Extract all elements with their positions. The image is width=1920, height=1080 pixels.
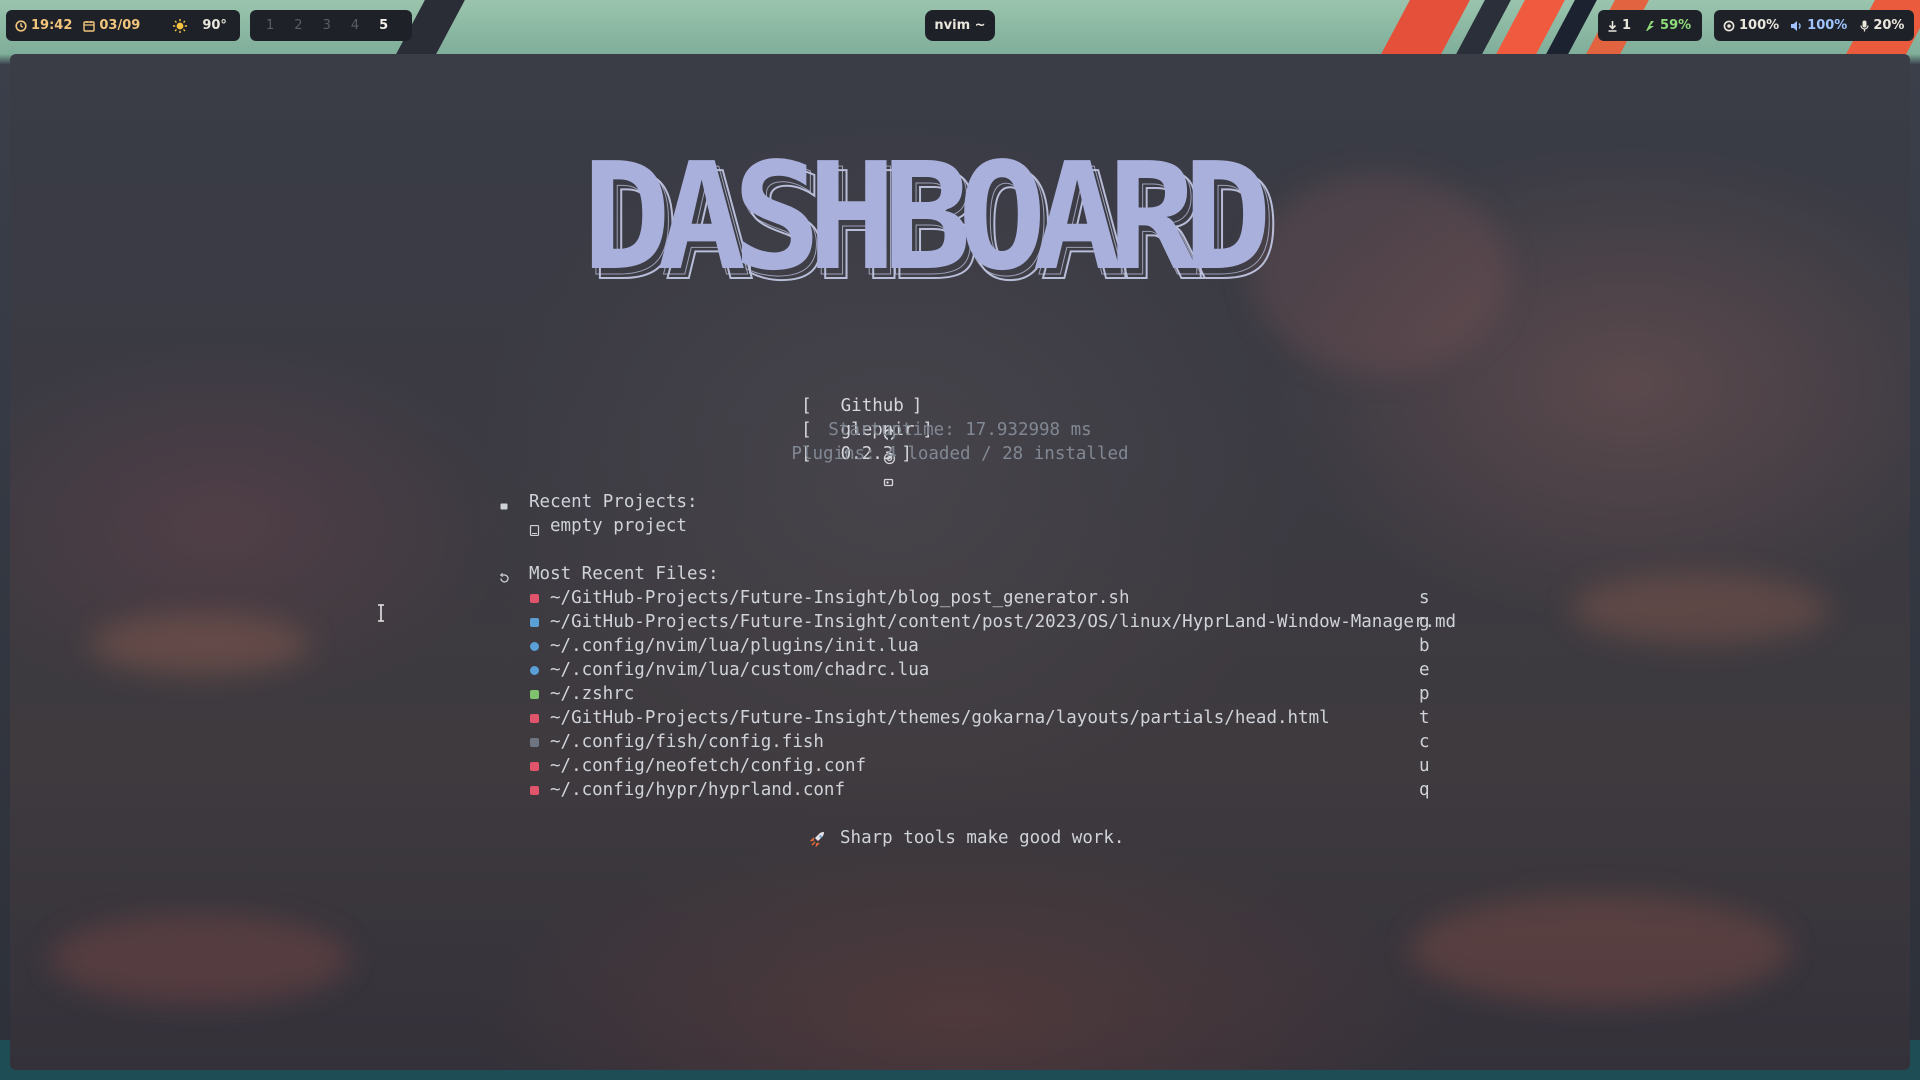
- book-icon: [529, 521, 540, 537]
- shell-file-icon: [530, 594, 539, 603]
- weather[interactable]: 90°: [163, 18, 236, 34]
- updates-count: 1: [1622, 18, 1632, 33]
- workspace-3[interactable]: 3: [313, 18, 341, 33]
- dashboard-banner: DASHBOARD DASHBOARD DASHBOARD: [582, 131, 1322, 314]
- recent-project-item[interactable]: empty project: [550, 514, 687, 538]
- brightness-level: 100%: [1739, 18, 1780, 33]
- recent-file-path[interactable]: ~/.config/nvim/lua/plugins/init.lua: [550, 634, 919, 658]
- battery-level: 59%: [1660, 18, 1692, 33]
- battery[interactable]: 59%: [1640, 18, 1700, 33]
- download-icon: [1607, 20, 1618, 32]
- banner-text: DASHBOARD: [582, 131, 1266, 303]
- recent-file-shortcut-key: s: [1419, 588, 1430, 608]
- workspace-5-active[interactable]: 5: [369, 18, 398, 33]
- clock-date-module: 19:42 03/09 90°: [6, 10, 240, 41]
- recent-file-shortcut-key: t: [1419, 708, 1430, 728]
- calendar-icon: [83, 20, 96, 32]
- system-module: 100% 100% 20%: [1714, 10, 1914, 41]
- recent-projects-title: Recent Projects:: [529, 492, 698, 512]
- github-link-label: Github: [840, 396, 904, 416]
- wallpaper-stripe: [1380, 0, 1470, 56]
- background-blur-shape: [50, 914, 350, 1004]
- mic-level: 20%: [1873, 18, 1905, 33]
- clock-icon: [15, 19, 27, 32]
- fish-file-icon: [530, 738, 539, 747]
- lua-file-icon: [530, 666, 539, 675]
- microphone[interactable]: 20%: [1856, 18, 1913, 33]
- background-blur-shape: [1570, 574, 1830, 644]
- recent-file-shortcut-key: b: [1419, 636, 1430, 656]
- config-file-icon: [530, 786, 539, 795]
- recent-file-shortcut-key: e: [1419, 660, 1430, 680]
- workspaces: 1 2 3 4 5: [250, 10, 412, 41]
- rocket-icon: [809, 831, 826, 848]
- config-file-icon: [530, 762, 539, 771]
- mouse-ibeam-cursor: [378, 604, 384, 622]
- recent-file-shortcut-key: p: [1419, 684, 1430, 704]
- date-text: 03/09: [99, 18, 141, 33]
- recent-file-path[interactable]: ~/GitHub-Projects/Future-Insight/content…: [550, 610, 1456, 634]
- window-title-module: nvim ~: [925, 10, 995, 41]
- recent-file-shortcut-key: g: [1419, 612, 1430, 632]
- recent-file-path[interactable]: ~/GitHub-Projects/Future-Insight/themes/…: [550, 706, 1330, 730]
- battery-charging-icon: [1644, 20, 1656, 32]
- speaker-icon: [1790, 20, 1803, 32]
- updates[interactable]: 1: [1598, 18, 1640, 33]
- microphone-icon: [1860, 20, 1869, 32]
- sun-icon: [172, 18, 188, 34]
- workspace-2[interactable]: 2: [284, 18, 312, 33]
- recent-file-shortcut-key: u: [1419, 756, 1430, 776]
- clock[interactable]: 19:42: [6, 18, 81, 33]
- workspace-1[interactable]: 1: [256, 18, 284, 33]
- recent-file-path[interactable]: ~/.config/fish/config.fish: [550, 730, 824, 754]
- volume-level: 100%: [1807, 18, 1848, 33]
- footer-quote: Sharp tools make good work.: [840, 828, 1125, 848]
- recent-files-title: Most Recent Files:: [529, 564, 719, 584]
- background-blur-shape: [90, 614, 310, 674]
- workspace-4[interactable]: 4: [341, 18, 369, 33]
- recent-file-path[interactable]: ~/.config/nvim/lua/custom/chadrc.lua: [550, 658, 929, 682]
- plugins-count: Plugins: 4 loaded / 28 installed: [791, 444, 1129, 464]
- recent-file-path[interactable]: ~/.config/hypr/hyprland.conf: [550, 778, 845, 802]
- history-icon: [499, 569, 510, 583]
- recent-file-path[interactable]: ~/.config/neofetch/config.conf: [550, 754, 866, 778]
- banner-ascii-art: DASHBOARD DASHBOARD DASHBOARD: [582, 131, 1289, 314]
- markdown-file-icon: [530, 618, 539, 627]
- github-link[interactable]: [ Github]: [801, 394, 922, 440]
- lua-file-icon: [530, 642, 539, 651]
- status-module: 1 59%: [1598, 10, 1702, 41]
- recent-file-shortcut-key: q: [1419, 780, 1430, 800]
- terminal-file-icon: [530, 690, 539, 699]
- recent-file-path[interactable]: ~/GitHub-Projects/Future-Insight/blog_po…: [550, 586, 1129, 610]
- window-title: nvim ~: [934, 18, 986, 33]
- recent-file-shortcut-key: c: [1419, 732, 1430, 752]
- brightness[interactable]: 100%: [1714, 18, 1788, 33]
- github-icon: [820, 400, 895, 440]
- html-file-icon: [530, 714, 539, 723]
- clock-time: 19:42: [31, 18, 73, 33]
- brightness-icon: [1723, 20, 1735, 32]
- recent-file-path[interactable]: ~/.zshrc: [550, 682, 634, 706]
- date[interactable]: 03/09: [81, 18, 149, 33]
- background-blur-shape: [1410, 894, 1790, 1004]
- volume[interactable]: 100%: [1788, 18, 1856, 33]
- startup-time: Startuptime: 17.932998 ms: [828, 420, 1092, 440]
- weather-temp: 90°: [202, 18, 227, 33]
- project-icon: [499, 497, 510, 510]
